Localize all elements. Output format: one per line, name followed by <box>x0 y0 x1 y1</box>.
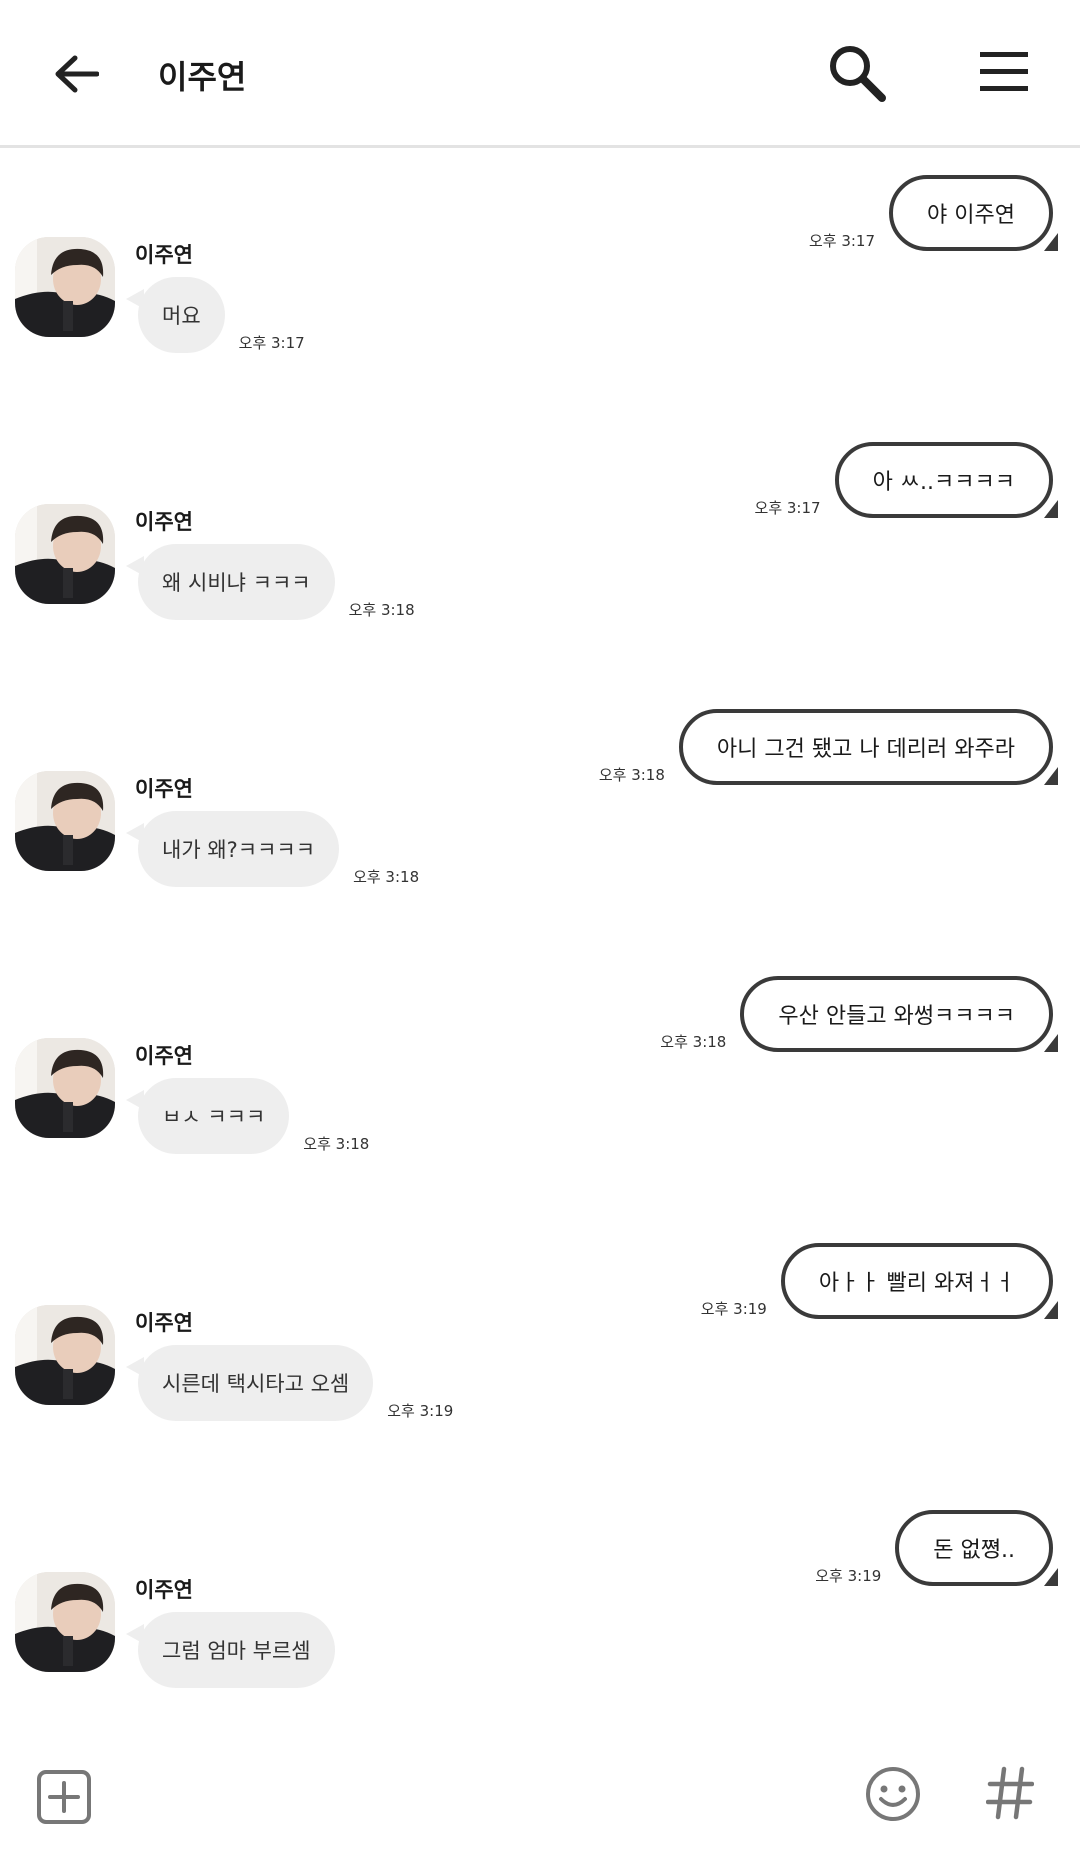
avatar[interactable] <box>15 1038 115 1138</box>
sender-name: 이주연 <box>135 243 193 267</box>
avatar[interactable] <box>15 1572 115 1672</box>
profile-photo-icon <box>15 1572 115 1672</box>
message-time: 오후 3:19 <box>387 1402 454 1420</box>
message-bubble[interactable]: 시른데 택시타고 오셈 <box>138 1345 374 1421</box>
incoming-message: 이주연그럼 엄마 부르셈 <box>0 1570 1080 1731</box>
message-bubble[interactable]: 머요 <box>138 277 225 353</box>
emoji-smile-icon <box>866 1767 920 1821</box>
avatar[interactable] <box>15 771 115 871</box>
back-button[interactable] <box>44 44 108 104</box>
chat-title: 이주연 <box>158 58 247 96</box>
outgoing-message: 우산 안들고 와썽ㅋㅋㅋㅋ 오후 3:18 <box>0 952 1080 1052</box>
sender-name: 이주연 <box>135 1044 193 1068</box>
incoming-message: 이주연왜 시비냐 ㅋㅋㅋ 오후 3:18 <box>0 502 1080 702</box>
hashtag-icon <box>985 1766 1035 1820</box>
input-bar <box>0 1731 1080 1857</box>
profile-photo-icon <box>15 504 115 604</box>
sender-name: 이주연 <box>135 510 193 534</box>
incoming-message: 이주연내가 왜?ㅋㅋㅋㅋ 오후 3:18 <box>0 769 1080 969</box>
outgoing-message: 아니 그건 됐고 나 데리러 와주라 오후 3:18 <box>0 685 1080 785</box>
message-time: 오후 3:18 <box>348 601 415 619</box>
outgoing-message: 야 이주연 오후 3:17 <box>0 151 1080 251</box>
avatar[interactable] <box>15 237 115 337</box>
emoji-button[interactable] <box>864 1765 922 1823</box>
outgoing-message: 아ㅏㅏ 빨리 와져ㅓㅓ 오후 3:19 <box>0 1219 1080 1319</box>
incoming-message: 이주연 ㅂㅅ ㅋㅋㅋ 오후 3:18 <box>0 1036 1080 1236</box>
incoming-message: 이주연시른데 택시타고 오셈오후 3:19 <box>0 1303 1080 1503</box>
search-icon <box>830 46 886 102</box>
message-list[interactable]: 야 이주연 오후 3:17 이주연 머요 오후 3:17 아 ㅆ..ㅋㅋㅋㅋ 오후 3:17… <box>0 151 1080 1731</box>
hashtag-button[interactable] <box>985 1765 1035 1821</box>
sender-name: 이주연 <box>135 1578 193 1602</box>
plus-square-icon <box>37 1770 91 1824</box>
message-bubble[interactable]: ㅂㅅ ㅋㅋㅋ <box>138 1078 290 1154</box>
message-time: 오후 3:17 <box>238 334 305 352</box>
message-time: 오후 3:18 <box>303 1135 370 1153</box>
attach-button[interactable] <box>36 1769 92 1825</box>
hamburger-menu-icon <box>980 52 1028 91</box>
profile-photo-icon <box>15 771 115 871</box>
incoming-message: 이주연머요오후 3:17 <box>0 235 1080 435</box>
outgoing-message: 아 ㅆ..ㅋㅋㅋㅋ 오후 3:17 <box>0 418 1080 518</box>
avatar[interactable] <box>15 1305 115 1405</box>
sender-name: 이주연 <box>135 1311 193 1335</box>
arrow-left-icon <box>55 55 99 93</box>
menu-button[interactable] <box>978 48 1030 96</box>
profile-photo-icon <box>15 237 115 337</box>
sender-name: 이주연 <box>135 777 193 801</box>
profile-photo-icon <box>15 1038 115 1138</box>
outgoing-message: 돈 없쪙.. 오후 3:19 <box>0 1486 1080 1586</box>
message-time: 오후 3:18 <box>353 868 420 886</box>
search-button[interactable] <box>826 42 888 104</box>
message-bubble[interactable]: 왜 시비냐 ㅋㅋㅋ <box>138 544 335 620</box>
message-bubble[interactable]: 내가 왜?ㅋㅋㅋㅋ <box>138 811 340 887</box>
profile-photo-icon <box>15 1305 115 1405</box>
avatar[interactable] <box>15 504 115 604</box>
message-bubble[interactable]: 그럼 엄마 부르셈 <box>138 1612 335 1688</box>
chat-header: 이주연 <box>0 0 1080 148</box>
